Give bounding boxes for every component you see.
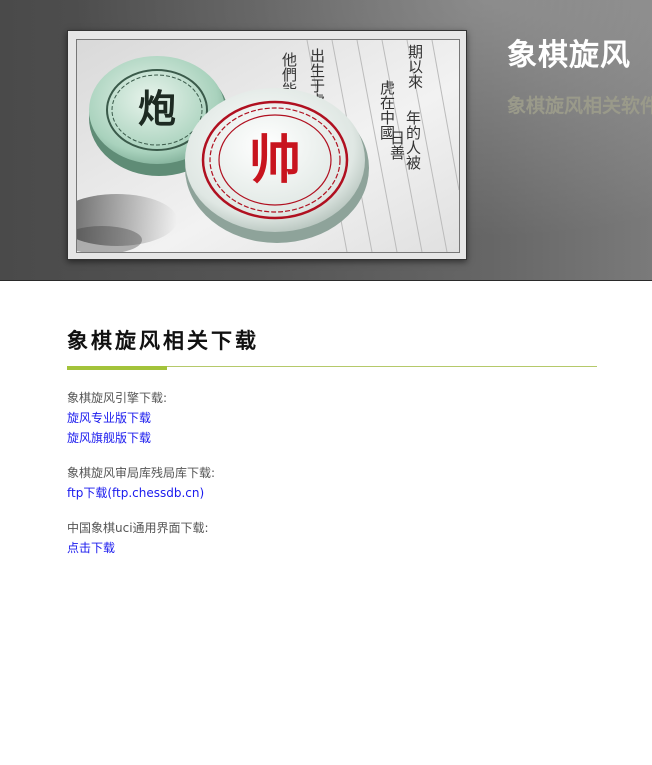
svg-text:帅: 帅 bbox=[249, 130, 301, 191]
flagship-version-download-link[interactable]: 旋风旗舰版下载 bbox=[67, 428, 151, 448]
uci-gui-download-section: 中国象棋uci通用界面下载: 点击下载 bbox=[67, 518, 597, 558]
chess-pieces-photo: 他們能夠 出生于虎 虎在中國 期以來 年的人被 日善 炮 帅 bbox=[76, 39, 460, 253]
svg-text:炮: 炮 bbox=[138, 86, 176, 131]
engine-download-label: 象棋旋风引擎下载: bbox=[67, 391, 168, 405]
ftp-download-link[interactable]: ftp下载(ftp.chessdb.cn) bbox=[67, 483, 204, 503]
header-photo-frame: 他們能夠 出生于虎 虎在中國 期以來 年的人被 日善 炮 帅 bbox=[67, 30, 467, 260]
site-title: 象棋旋风 bbox=[507, 38, 631, 73]
pro-version-download-link[interactable]: 旋风专业版下载 bbox=[67, 408, 151, 428]
chess-pieces-illustration: 他們能夠 出生于虎 虎在中國 期以來 年的人被 日善 炮 帅 bbox=[77, 40, 459, 252]
svg-text:期以來: 期以來 bbox=[406, 44, 424, 89]
uci-gui-download-label: 中国象棋uci通用界面下载: bbox=[67, 521, 209, 535]
divider-accent bbox=[67, 366, 167, 370]
endgame-db-download-section: 象棋旋风审局库残局库下载: ftp下载(ftp.chessdb.cn) bbox=[67, 463, 597, 503]
engine-download-section: 象棋旋风引擎下载: 旋风专业版下载 旋风旗舰版下载 bbox=[67, 388, 597, 448]
site-header: 他們能夠 出生于虎 虎在中國 期以來 年的人被 日善 炮 帅 象棋旋风 象棋旋风… bbox=[0, 0, 652, 281]
endgame-db-download-label: 象棋旋风审局库残局库下载: bbox=[67, 466, 216, 480]
svg-text:年的人被: 年的人被 bbox=[404, 110, 422, 170]
site-subtitle: 象棋旋风相关软件 bbox=[507, 95, 652, 117]
heading-divider bbox=[67, 366, 597, 370]
page-heading: 象棋旋风相关下载 bbox=[67, 329, 259, 353]
svg-text:日善: 日善 bbox=[388, 130, 406, 160]
uci-gui-download-link[interactable]: 点击下载 bbox=[67, 538, 115, 558]
main-content: 象棋旋风相关下载 象棋旋风引擎下载: 旋风专业版下载 旋风旗舰版下载 象棋旋风审… bbox=[67, 326, 597, 558]
